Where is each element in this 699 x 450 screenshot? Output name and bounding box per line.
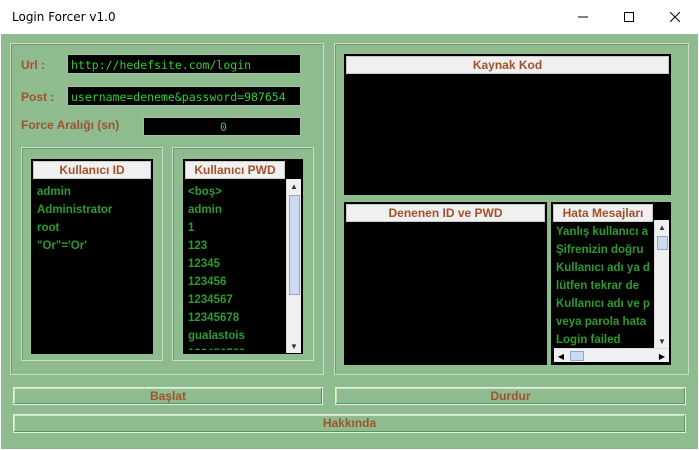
list-item[interactable]: root <box>37 219 149 237</box>
user-id-header: Kullanıcı ID <box>33 161 151 179</box>
about-button[interactable]: Hakkında <box>13 414 686 433</box>
pwd-items: <boş> admin 1 123 12345 123456 1234567 12345678… <box>188 183 285 350</box>
interval-input[interactable]: 0 <box>143 117 301 136</box>
close-button[interactable] <box>652 0 698 34</box>
list-item[interactable]: Yanlış kullanıcı a <box>556 223 653 241</box>
url-input[interactable]: http://hedefsite.com/login <box>67 54 301 74</box>
list-item[interactable]: Administrator <box>37 201 149 219</box>
pwd-header: Kullanıcı PWD <box>185 161 285 179</box>
scroll-right-icon[interactable]: ▶ <box>655 349 669 363</box>
url-label: Url : <box>21 58 45 72</box>
list-item[interactable]: veya parola hata <box>556 313 653 331</box>
scroll-left-icon[interactable]: ◀ <box>554 349 568 363</box>
scroll-thumb[interactable] <box>570 351 584 361</box>
close-icon <box>670 12 680 22</box>
list-item[interactable]: 12345678 <box>188 309 285 327</box>
errors-items: Yanlış kullanıcı a Şifrenizin doğru Kullan… <box>556 223 653 349</box>
post-input[interactable]: username=deneme&password=987654 <box>67 86 301 106</box>
list-item[interactable]: 12345 <box>188 255 285 273</box>
source-code-view[interactable] <box>344 54 671 195</box>
list-item[interactable]: 123 <box>188 237 285 255</box>
list-item[interactable]: Şifrenizin doğru <box>556 241 653 259</box>
list-item[interactable]: Login failed <box>556 331 653 349</box>
tried-header: Denenen ID ve PWD <box>346 204 545 222</box>
window-title: Login Forcer v1.0 <box>12 10 116 24</box>
list-item[interactable]: <boş> <box>188 183 285 201</box>
minimize-button[interactable] <box>560 0 606 34</box>
scroll-up-icon[interactable]: ▲ <box>287 179 301 193</box>
stop-button[interactable]: Durdur <box>335 387 686 405</box>
scroll-down-icon[interactable]: ▼ <box>655 334 669 348</box>
errors-header: Hata Mesajları <box>553 204 653 222</box>
list-item[interactable]: Kullanıcı adı ve p <box>556 295 653 313</box>
errors-vscrollbar[interactable]: ▲ ▼ <box>654 220 669 348</box>
list-item[interactable]: 1234567 <box>188 291 285 309</box>
scroll-thumb[interactable] <box>657 236 668 250</box>
post-label: Post : <box>21 90 55 104</box>
errors-hscrollbar[interactable]: ◀ ▶ <box>554 348 669 362</box>
list-item[interactable]: admin <box>188 201 285 219</box>
list-item[interactable]: admin <box>37 183 149 201</box>
list-item[interactable]: 1 <box>188 219 285 237</box>
user-id-items: admin Administrator root "Or"='Or' <box>37 183 149 343</box>
source-code-header: Kaynak Kod <box>346 56 669 74</box>
client-area: Url : http://hedefsite.com/login Post : … <box>1 34 698 449</box>
list-item[interactable]: "Or"='Or' <box>37 237 149 255</box>
list-item[interactable]: 123456 <box>188 273 285 291</box>
list-item[interactable]: Kullanıcı adı ya d <box>556 259 653 277</box>
pwd-scrollbar[interactable]: ▲ ▼ <box>286 179 301 353</box>
scroll-up-icon[interactable]: ▲ <box>655 220 669 234</box>
title-bar: Login Forcer v1.0 <box>0 0 699 34</box>
scroll-down-icon[interactable]: ▼ <box>287 339 301 353</box>
list-item[interactable]: 123456789 <box>188 345 285 350</box>
tried-list[interactable] <box>344 202 547 365</box>
minimize-icon <box>578 16 588 18</box>
scroll-thumb[interactable] <box>289 195 300 295</box>
start-button[interactable]: Başlat <box>13 387 323 405</box>
list-item[interactable]: lütfen tekrar de <box>556 277 653 295</box>
maximize-icon <box>624 12 634 22</box>
interval-label: Force Aralığı (sn) <box>21 118 120 132</box>
maximize-button[interactable] <box>606 0 652 34</box>
list-item[interactable]: gualastois <box>188 327 285 345</box>
